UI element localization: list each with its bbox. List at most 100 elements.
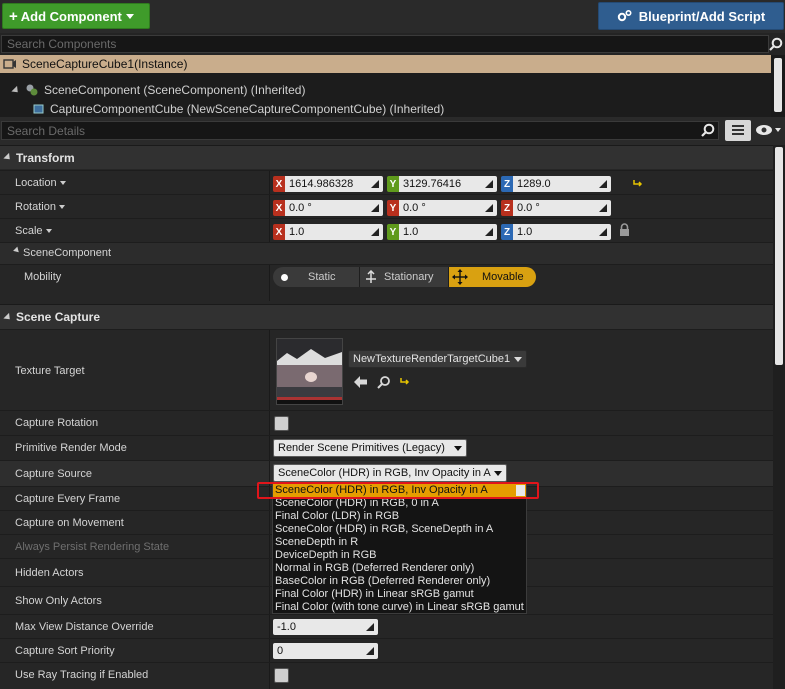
- details-scrollbar[interactable]: [773, 145, 785, 689]
- transform-category[interactable]: Transform: [0, 145, 773, 169]
- collapse-arrow-icon: [3, 152, 13, 163]
- scene-capture-icon: [3, 59, 16, 69]
- property-matrix-button[interactable]: [725, 120, 751, 141]
- reset-to-default-icon[interactable]: [633, 179, 643, 187]
- location-x-value[interactable]: 1614.986328: [289, 178, 353, 190]
- primitive-render-mode-label: Primitive Render Mode: [15, 442, 127, 454]
- max-view-distance-input[interactable]: -1.0: [273, 619, 378, 635]
- capture-rotation-checkbox[interactable]: [274, 416, 289, 431]
- mobility-toggle: Static Stationary Movable: [273, 267, 536, 287]
- menu-item-option[interactable]: SceneColor (HDR) in RGB, SceneDepth in A: [273, 523, 526, 536]
- use-selected-arrow-icon[interactable]: [354, 376, 368, 388]
- texture-thumbnail[interactable]: [276, 338, 343, 405]
- capture-source-label: Capture Source: [15, 468, 93, 480]
- scale-x-value[interactable]: 1.0: [289, 226, 304, 238]
- scene-capture-category[interactable]: Scene Capture: [0, 304, 773, 329]
- menu-item-option[interactable]: Final Color (LDR) in RGB: [273, 510, 526, 523]
- browse-search-icon[interactable]: [377, 375, 391, 389]
- search-details-input[interactable]: Search Details: [1, 121, 719, 140]
- blueprint-add-script-button[interactable]: Blueprint/Add Script: [598, 2, 784, 30]
- texture-target-dropdown[interactable]: NewTextureRenderTargetCube1: [348, 350, 527, 368]
- location-y-value[interactable]: 3129.76416: [403, 178, 461, 190]
- menu-item-option[interactable]: Final Color (with tone curve) in Linear …: [273, 601, 526, 614]
- tree-scrollbar[interactable]: [771, 55, 785, 117]
- capture-source-dropdown[interactable]: SceneColor (HDR) in RGB, Inv Opacity in …: [273, 464, 507, 482]
- eye-visibility-icon[interactable]: [755, 123, 783, 137]
- gears-icon: [617, 9, 632, 22]
- capture-sort-priority-row: Capture Sort Priority 0: [0, 638, 773, 662]
- location-row: Location X 1614.986328 Y 3129.76416 Z 1289.…: [0, 170, 773, 194]
- rotation-y-value[interactable]: 0.0 °: [403, 202, 426, 214]
- rotation-y[interactable]: Y 0.0 °: [387, 200, 497, 216]
- menu-item-option[interactable]: Normal in RGB (Deferred Renderer only): [273, 562, 526, 575]
- list-view-icon: [732, 125, 744, 135]
- expand-arrow-icon[interactable]: [11, 85, 21, 95]
- rotation-z[interactable]: Z 0.0 °: [501, 200, 611, 216]
- capture-on-movement-label: Capture on Movement: [15, 517, 124, 529]
- chevron-down-icon: [125, 13, 134, 19]
- search-components-input[interactable]: Search Components: [1, 35, 769, 53]
- scale-y[interactable]: Y 1.0: [387, 224, 497, 240]
- collapse-arrow-icon: [13, 246, 21, 255]
- location-x[interactable]: X 1614.986328: [273, 176, 383, 192]
- transform-header: Transform: [16, 150, 75, 165]
- search-icon[interactable]: [769, 37, 783, 51]
- scale-label[interactable]: Scale: [15, 225, 52, 237]
- instance-label: SceneCaptureCube1(Instance): [22, 57, 188, 71]
- tree-item-scene-component[interactable]: SceneComponent (SceneComponent) (Inherit…: [11, 81, 306, 99]
- use-ray-tracing-row: Use Ray Tracing if Enabled: [0, 662, 773, 689]
- location-label[interactable]: Location: [15, 177, 66, 189]
- location-z[interactable]: Z 1289.0: [501, 176, 611, 192]
- use-ray-tracing-checkbox[interactable]: [274, 668, 289, 683]
- menu-item-option[interactable]: Final Color (HDR) in Linear sRGB gamut: [273, 588, 526, 601]
- menu-item-option[interactable]: DeviceDepth in RGB: [273, 549, 526, 562]
- capture-component-label: CaptureComponentCube (NewSceneCaptureCom…: [50, 102, 445, 116]
- location-z-value[interactable]: 1289.0: [517, 178, 551, 190]
- rotation-x-value[interactable]: 0.0 °: [289, 202, 312, 214]
- max-view-distance-row: Max View Distance Override -1.0: [0, 614, 773, 638]
- plus-icon: +: [9, 7, 18, 25]
- rotation-z-value[interactable]: 0.0 °: [517, 202, 540, 214]
- rotation-x[interactable]: X 0.0 °: [273, 200, 383, 216]
- menu-item-option[interactable]: SceneDepth in R: [273, 536, 526, 549]
- hidden-actors-label: Hidden Actors: [15, 567, 84, 579]
- scale-x[interactable]: X 1.0: [273, 224, 383, 240]
- mobility-label: Mobility: [24, 271, 62, 283]
- scene-component-label: SceneComponent (SceneComponent) (Inherit…: [44, 83, 306, 97]
- location-y[interactable]: Y 3129.76416: [387, 176, 497, 192]
- capture-every-frame-label: Capture Every Frame: [15, 493, 121, 505]
- texture-target-row: Texture Target: [0, 329, 773, 410]
- show-only-actors-label: Show Only Actors: [15, 595, 102, 607]
- menu-item-option[interactable]: BaseColor in RGB (Deferred Renderer only…: [273, 575, 526, 588]
- details-search-icon[interactable]: [701, 123, 715, 137]
- lock-icon[interactable]: [619, 223, 630, 237]
- collapse-arrow-icon: [3, 312, 13, 322]
- max-view-distance-label: Max View Distance Override: [15, 621, 154, 633]
- scale-z-value[interactable]: 1.0: [517, 226, 532, 238]
- add-component-label: Add Component: [20, 8, 122, 24]
- mobility-stationary-button[interactable]: Stationary: [360, 267, 449, 287]
- scene-component-subcategory[interactable]: SceneComponent: [0, 242, 773, 264]
- primitive-render-mode-dropdown[interactable]: Render Scene Primitives (Legacy): [273, 439, 467, 457]
- scale-row: Scale X 1.0 Y 1.0 Z 1.0: [0, 218, 773, 242]
- tree-scrollbar-thumb[interactable]: [774, 58, 782, 112]
- details-scrollbar-thumb[interactable]: [775, 147, 783, 365]
- mobility-movable-button[interactable]: Movable: [449, 267, 536, 287]
- tree-item-instance[interactable]: SceneCaptureCube1(Instance): [0, 55, 771, 73]
- stationary-icon: [366, 270, 376, 283]
- mobility-static-button[interactable]: Static: [273, 267, 360, 287]
- scale-y-value[interactable]: 1.0: [403, 226, 418, 238]
- capture-rotation-row: Capture Rotation: [0, 410, 773, 435]
- rotation-label[interactable]: Rotation: [15, 201, 66, 213]
- reset-to-default-icon[interactable]: [400, 377, 410, 385]
- capture-cube-icon: [33, 104, 44, 114]
- movable-arrows-icon: [452, 269, 468, 285]
- blueprint-add-script-label: Blueprint/Add Script: [638, 8, 766, 24]
- tree-item-capture-component[interactable]: CaptureComponentCube (NewSceneCaptureCom…: [32, 101, 444, 117]
- search-details-placeholder: Search Details: [7, 123, 86, 138]
- annotation-highlight-box: [257, 482, 539, 499]
- capture-rotation-label: Capture Rotation: [15, 417, 99, 429]
- capture-sort-priority-input[interactable]: 0: [273, 643, 378, 659]
- scale-z[interactable]: Z 1.0: [501, 224, 611, 240]
- add-component-button[interactable]: + Add Component: [2, 3, 150, 29]
